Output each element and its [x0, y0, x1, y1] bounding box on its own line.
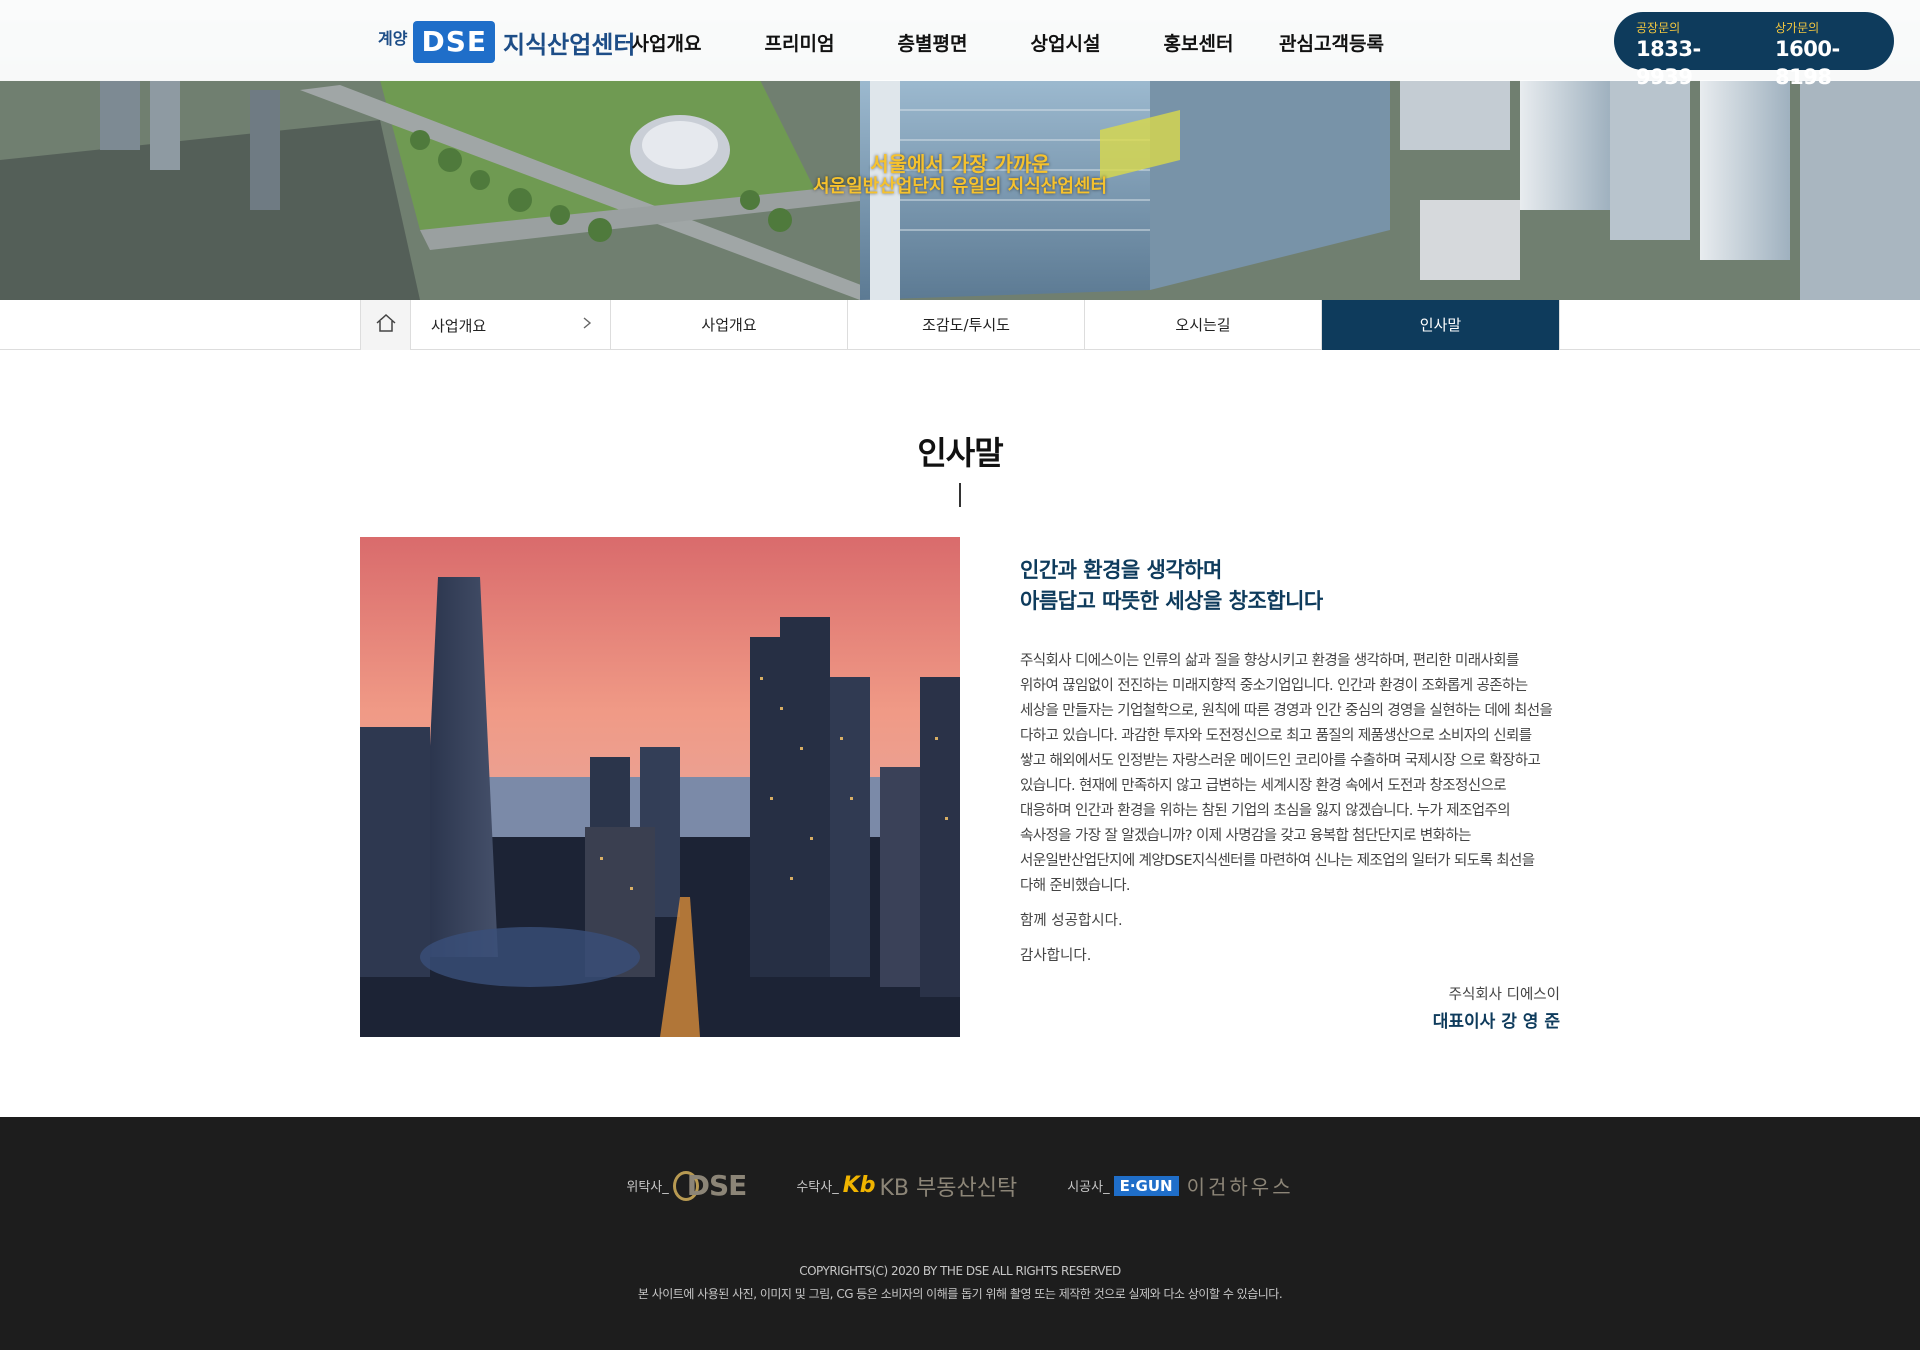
- egun-logo-badge: E·GUN: [1113, 1175, 1179, 1196]
- logo-prefix: 계양: [378, 29, 408, 48]
- sub-nav: 사업개요 사업개요 조감도/투시도 오시는길 인사말: [0, 300, 1920, 350]
- kb-star-icon: Kb: [842, 1173, 876, 1198]
- nav-item-business-overview[interactable]: 사업개요: [600, 0, 733, 81]
- partner-trustee: 수탁사_ Kb KB 부동산신탁: [796, 1170, 1017, 1202]
- partner-trustee-role: 수탁사_: [796, 1180, 839, 1195]
- partner-trustor-role: 위탁사_: [626, 1180, 669, 1195]
- tab-greeting[interactable]: 인사말: [1322, 300, 1560, 350]
- sub-nav-inner: 사업개요 사업개요 조감도/투시도 오시는길 인사말: [360, 300, 1560, 350]
- hero-caption-line2: 서운일반산업단지 유일의 지식산업센터: [812, 176, 1108, 197]
- greeting-headline-line1: 인간과 환경을 생각하며: [1020, 558, 1222, 582]
- chevron-right-icon: [582, 316, 592, 334]
- greeting-text: 인간과 환경을 생각하며 아름답고 따뜻한 세상을 창조합니다 주식회사 디에스…: [1020, 555, 1560, 1036]
- greeting-closing-1: 함께 성공합시다.: [1020, 913, 1123, 929]
- signature-company: 주식회사 디에스이: [1448, 987, 1560, 1003]
- section-dropdown-label: 사업개요: [431, 316, 487, 335]
- dse-logo-text: DSE: [686, 1169, 748, 1202]
- greeting-body: 주식회사 디에스이는 인류의 삶과 질을 향상시키고 환경을 생각하며, 편리한…: [1020, 653, 1553, 894]
- contact-factory[interactable]: 공장문의 1833-9939: [1614, 12, 1755, 89]
- tab-bird-view[interactable]: 조감도/투시도: [848, 300, 1085, 350]
- home-button[interactable]: [361, 300, 411, 350]
- section-dropdown[interactable]: 사업개요: [411, 300, 611, 350]
- nav-item-commercial[interactable]: 상업시설: [999, 0, 1132, 81]
- home-icon: [375, 313, 397, 337]
- site-header: 계양 DSE 지식산업센터 사업개요 프리미엄 층별평면 상업시설 홍보센터 관…: [0, 0, 1920, 89]
- nav-item-premium[interactable]: 프리미엄: [733, 0, 866, 81]
- contact-shop[interactable]: 상가문의 1600-8198: [1755, 12, 1894, 89]
- partner-builder-role: 시공사_: [1067, 1180, 1110, 1195]
- hero-caption: 서울에서 가장 가까운 서운일반산업단지 유일의 지식산업센터: [0, 152, 1920, 198]
- greeting-headline-line2: 아름답고 따뜻한 세상을 창조합니다: [1020, 589, 1323, 613]
- copyright-line: COPYRIGHTS(C) 2020 BY THE DSE ALL RIGHTS…: [799, 1264, 1121, 1278]
- city-skyline-image: [360, 537, 960, 1037]
- partner-logos: 위탁사_ DSE 수탁사_ Kb KB 부동산신탁 시공사_ E·GUN 이건하…: [0, 1169, 1920, 1202]
- dse-logo: DSE: [672, 1169, 748, 1202]
- title-divider: [959, 483, 961, 507]
- contact-shop-label: 상가문의: [1775, 21, 1820, 35]
- page-title: 인사말: [917, 434, 1003, 472]
- contact-factory-number: 1833-9939: [1636, 37, 1701, 89]
- egun-logo-text: 이건하우스: [1186, 1175, 1294, 1199]
- partner-builder: 시공사_ E·GUN 이건하우스: [1067, 1171, 1293, 1200]
- site-footer: 위탁사_ DSE 수탁사_ Kb KB 부동산신탁 시공사_ E·GUN 이건하…: [0, 1117, 1920, 1350]
- contact-factory-label: 공장문의: [1636, 21, 1681, 35]
- nav-item-pr-center[interactable]: 홍보센터: [1132, 0, 1265, 81]
- greeting-closing-2: 감사합니다.: [1020, 948, 1092, 964]
- kb-logo-text: KB 부동산신탁: [879, 1175, 1018, 1201]
- disclaimer-line: 본 사이트에 사용된 사진, 이미지 및 그림, CG 등은 소비자의 이해를 …: [637, 1287, 1283, 1301]
- site-logo[interactable]: 계양 DSE 지식산업센터: [378, 20, 635, 64]
- tab-business-overview[interactable]: 사업개요: [611, 300, 848, 350]
- contact-box: 공장문의 1833-9939 상가문의 1600-8198: [1614, 12, 1894, 89]
- nav-item-register[interactable]: 관심고객등록: [1265, 0, 1398, 81]
- contact-shop-number: 1600-8198: [1775, 37, 1840, 89]
- tab-directions[interactable]: 오시는길: [1085, 300, 1322, 350]
- copyright: COPYRIGHTS(C) 2020 BY THE DSE ALL RIGHTS…: [0, 1260, 1920, 1306]
- partner-trustor: 위탁사_ DSE: [626, 1169, 748, 1202]
- greeting-headline: 인간과 환경을 생각하며 아름답고 따뜻한 세상을 창조합니다: [1020, 555, 1560, 617]
- logo-badge: DSE: [413, 21, 495, 63]
- signature-ceo: 대표이사 강 영 준: [1432, 1012, 1560, 1032]
- main-nav: 사업개요 프리미엄 층별평면 상업시설 홍보센터 관심고객등록: [600, 0, 1398, 81]
- nav-item-floor-plans[interactable]: 층별평면: [866, 0, 999, 81]
- hero-caption-line1: 서울에서 가장 가까운: [870, 152, 1050, 176]
